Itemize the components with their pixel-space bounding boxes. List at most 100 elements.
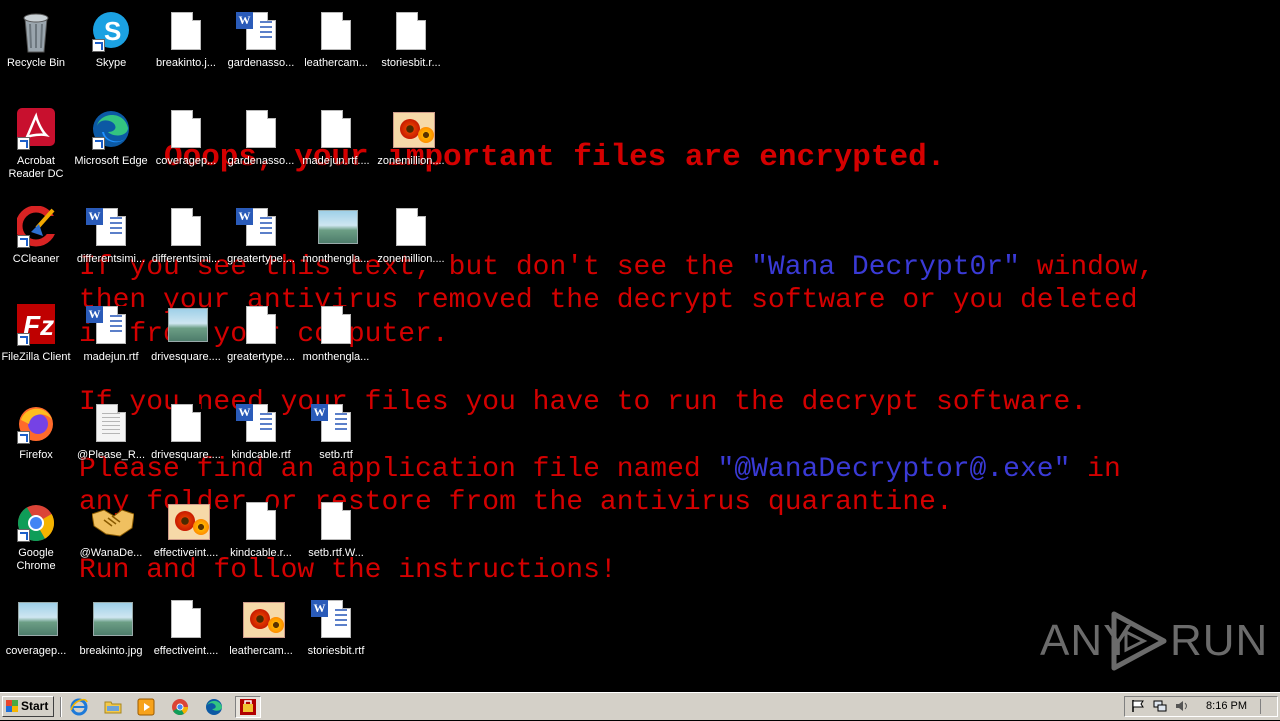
desktop-icon-breakinto-j[interactable]: breakinto.j... <box>148 4 224 94</box>
icon-label: storiesbit.rtf <box>307 645 365 657</box>
volume-icon[interactable] <box>1175 699 1189 713</box>
windows-logo-icon <box>6 700 18 712</box>
filezilla-icon: Fz <box>17 304 55 348</box>
icon-label: breakinto.j... <box>156 57 216 69</box>
desktop-icon-edge[interactable]: Microsoft Edge <box>73 102 149 192</box>
desktop-icon-chrome[interactable]: Google Chrome <box>0 494 74 584</box>
desktop-icon-kindcable-rtf[interactable]: W kindcable.rtf <box>223 396 299 486</box>
show-desktop-button[interactable] <box>1260 699 1275 714</box>
word-document-icon: W <box>311 402 355 446</box>
image-file-icon <box>167 304 208 348</box>
network-icon[interactable] <box>1153 699 1167 713</box>
icon-label: kindcable.rtf <box>231 449 291 461</box>
icon-label: drivesquare.... <box>151 449 221 461</box>
edge-icon[interactable] <box>205 698 223 716</box>
icon-label: coveragep... <box>5 645 67 657</box>
desktop-icon-madejun-rtf[interactable]: madejun.rtf.... <box>298 102 374 192</box>
word-document-icon: W <box>86 304 130 348</box>
icon-label: differentsimi... <box>76 253 146 265</box>
ccleaner-icon <box>15 205 57 250</box>
desktop-icon-leathercam-1[interactable]: leathercam... <box>298 4 374 94</box>
internet-explorer-icon[interactable] <box>70 698 88 716</box>
icon-label: breakinto.jpg <box>79 645 143 657</box>
desktop-icon-differentsimi-2[interactable]: differentsimi... <box>148 200 224 290</box>
system-tray: 8:16 PM <box>1124 696 1278 717</box>
word-document-icon: W <box>311 598 355 642</box>
desktop-icon-greatertype-1[interactable]: W greatertype.... <box>223 200 299 290</box>
desktop-icon-breakinto-jpg[interactable]: breakinto.jpg <box>73 592 149 682</box>
desktop-icon-drivesquare-2[interactable]: drivesquare.... <box>148 396 224 486</box>
desktop-icon-effectiveint-2[interactable]: effectiveint.... <box>148 592 224 682</box>
wanna-decryptor-taskbar-button[interactable] <box>235 696 261 718</box>
desktop-icon-gardenasso-1[interactable]: W gardenasso... <box>223 4 299 94</box>
desktop-icon-differentsimi-1[interactable]: W differentsimi... <box>73 200 149 290</box>
blank-file-icon <box>167 402 205 446</box>
desktop-icon-please-read[interactable]: @Please_R... <box>73 396 149 486</box>
desktop-icon-filezilla[interactable]: Fz FileZilla Client <box>0 298 74 388</box>
blank-file-icon <box>242 304 280 348</box>
chrome-icon <box>17 500 55 544</box>
desktop-icon-zonemillion-1[interactable]: zonemillion.... <box>373 102 449 192</box>
flower-image-icon <box>392 108 435 152</box>
desktop-icon-effectiveint-1[interactable]: effectiveint.... <box>148 494 224 584</box>
icon-label: madejun.rtf.... <box>302 155 370 167</box>
desktop-icon-coveragep-1[interactable]: coveragep... <box>148 102 224 192</box>
icon-label: gardenasso... <box>227 57 295 69</box>
edge-icon <box>92 108 130 152</box>
image-file-icon <box>92 598 133 642</box>
desktop-icon-firefox[interactable]: Firefox <box>0 396 74 486</box>
icon-label: CCleaner <box>12 253 60 265</box>
desktop-icon-monthengla-1[interactable]: monthengla... <box>298 200 374 290</box>
desktop-icon-leathercam-2[interactable]: leathercam... <box>223 592 299 682</box>
flower-image-icon <box>167 500 210 544</box>
folder-icon[interactable] <box>104 698 122 716</box>
word-document-icon: W <box>86 206 130 250</box>
blank-file-icon <box>317 10 355 54</box>
icon-label: greatertype.... <box>227 253 295 265</box>
wanna-decryptor-icon <box>240 699 256 715</box>
desktop-icon-madejun[interactable]: W madejun.rtf <box>73 298 149 388</box>
firefox-icon <box>17 402 55 446</box>
desktop-icon-setb-rtf-w[interactable]: setb.rtf.W... <box>298 494 374 584</box>
desktop: Ooops, your important files are encrypte… <box>0 0 1280 692</box>
start-button[interactable]: Start <box>2 696 54 717</box>
skype-icon: S <box>92 10 130 54</box>
desktop-icon-kindcable-r[interactable]: kindcable.r... <box>223 494 299 584</box>
desktop-icon-recycle-bin[interactable]: Recycle Bin <box>0 4 74 94</box>
desktop-icon-coveragep-2[interactable]: coveragep... <box>0 592 74 682</box>
desktop-icon-wanadecryptor[interactable]: @WanaDe... <box>73 494 149 584</box>
blank-file-icon <box>317 108 355 152</box>
icon-label: @Please_R... <box>76 449 146 461</box>
desktop-icon-ccleaner[interactable]: CCleaner <box>0 200 74 290</box>
chrome-icon[interactable] <box>171 698 189 716</box>
desktop-icon-greatertype-2[interactable]: greatertype.... <box>223 298 299 388</box>
blank-file-icon <box>317 500 355 544</box>
image-file-icon <box>17 598 58 642</box>
word-document-icon: W <box>236 10 280 54</box>
media-player-icon[interactable] <box>137 698 155 716</box>
icon-label: Microsoft Edge <box>74 155 148 167</box>
desktop-icon-storiesbit-r[interactable]: storiesbit.r... <box>373 4 449 94</box>
svg-text:S: S <box>104 16 121 46</box>
desktop-icon-gardenasso-2[interactable]: gardenasso... <box>223 102 299 192</box>
flower-image-icon <box>242 598 285 642</box>
blank-file-icon <box>167 10 205 54</box>
clock[interactable]: 8:16 PM <box>1206 697 1247 716</box>
desktop-icon-acrobat[interactable]: Acrobat Reader DC <box>0 102 74 192</box>
desktop-icon-storiesbit-rtf[interactable]: W storiesbit.rtf <box>298 592 374 682</box>
text-file-icon <box>92 402 130 446</box>
icon-label: kindcable.r... <box>230 547 292 559</box>
flag-icon[interactable] <box>1131 699 1145 713</box>
play-logo-icon <box>1111 611 1167 671</box>
desktop-icon-skype[interactable]: S Skype <box>73 4 149 94</box>
desktop-icon-monthengla-2[interactable]: monthengla... <box>298 298 374 388</box>
icon-label: @WanaDe... <box>79 547 143 559</box>
desktop-icon-zonemillion-2[interactable]: zonemillion.... <box>373 200 449 290</box>
desktop-icon-drivesquare-1[interactable]: drivesquare.... <box>148 298 224 388</box>
icon-label: zonemillion.... <box>377 155 445 167</box>
desktop-icon-setb-rtf[interactable]: W setb.rtf <box>298 396 374 486</box>
icon-label: zonemillion.... <box>377 253 445 265</box>
blank-file-icon <box>242 500 280 544</box>
icon-label: setb.rtf <box>319 449 353 461</box>
blank-file-icon <box>392 10 430 54</box>
